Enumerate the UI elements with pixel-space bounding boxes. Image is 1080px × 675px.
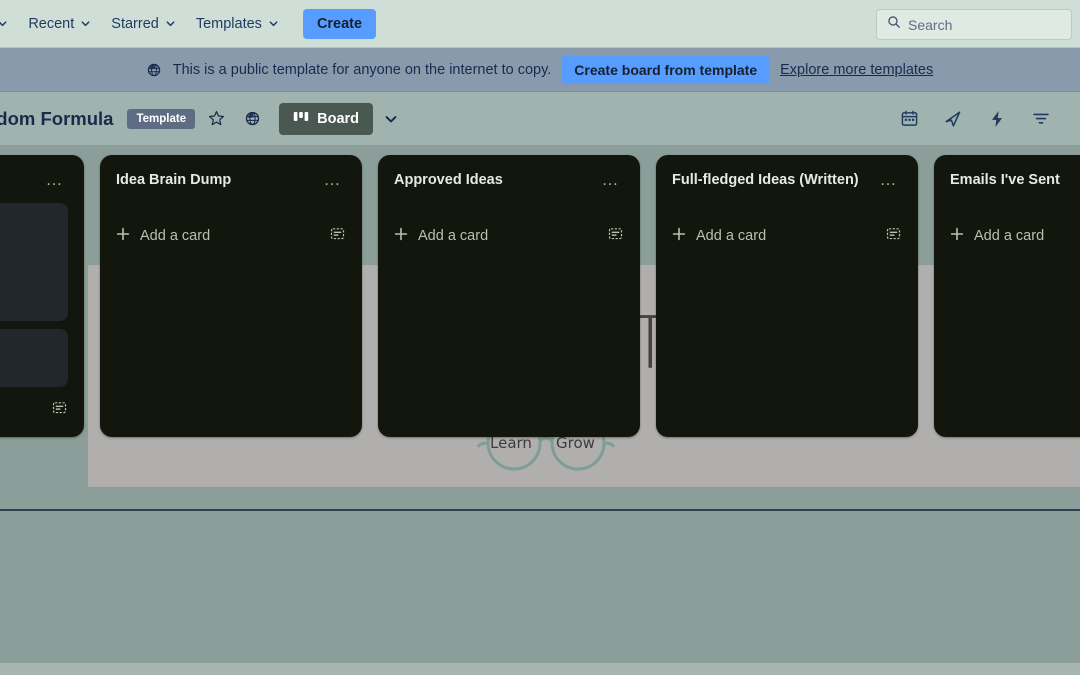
list-title[interactable]: Emails I've Sent — [950, 172, 1060, 188]
board-canvas: EMAIL MARKETING Learn Grow — [0, 145, 1080, 675]
card-template-icon[interactable] — [49, 397, 70, 423]
nav-item-templates[interactable]: Templates — [186, 10, 289, 38]
nav-item-label: Templates — [195, 15, 262, 32]
list-menu-button[interactable]: … — [596, 171, 627, 189]
list-card[interactable] — [0, 329, 68, 387]
nav-item-starred[interactable]: Starred — [101, 10, 186, 38]
list-column: … — [0, 155, 84, 437]
search-icon — [887, 15, 901, 34]
add-card-label: Add a card — [974, 228, 1045, 244]
create-button[interactable]: Create — [302, 8, 377, 39]
view-switcher-board[interactable]: Board — [279, 102, 374, 135]
list-cards — [660, 195, 914, 213]
list-menu-button[interactable]: … — [40, 171, 71, 189]
nav-item-workspaces[interactable]: es — [0, 10, 18, 38]
plus-icon — [394, 227, 408, 245]
plus-icon — [672, 227, 686, 245]
add-card-button[interactable]: Add a card — [672, 227, 766, 245]
view-switcher-chevron-down-icon[interactable] — [377, 105, 405, 133]
plus-icon — [116, 227, 130, 245]
add-card-button[interactable]: Add a card — [950, 227, 1044, 245]
add-card-label: Add a card — [140, 228, 211, 244]
card-template-icon[interactable] — [605, 223, 626, 249]
template-banner-message: This is a public template for anyone on … — [172, 61, 552, 78]
list-column-full-fledged-ideas: Full-fledged Ideas (Written) … Add a car… — [656, 155, 918, 437]
list-cards — [104, 195, 358, 213]
template-badge: Template — [127, 108, 196, 129]
automation-bolt-icon[interactable] — [982, 104, 1012, 134]
plus-icon — [950, 227, 964, 245]
chevron-down-icon — [268, 18, 279, 29]
nav-item-recent[interactable]: Recent — [18, 10, 101, 38]
list-column-approved-ideas: Approved Ideas … Add a card — [378, 155, 640, 437]
list-footer: Add a card — [660, 213, 914, 255]
filter-icon[interactable] — [1026, 104, 1056, 134]
list-title[interactable]: Idea Brain Dump — [116, 172, 231, 188]
globe-icon — [147, 63, 161, 77]
list-footer — [0, 387, 80, 429]
add-card-button[interactable]: Add a card — [116, 227, 210, 245]
add-card-label: Add a card — [696, 228, 767, 244]
view-switcher-label: Board — [317, 110, 360, 127]
create-board-from-template-button[interactable]: Create board from template — [561, 55, 771, 84]
board-header: edom Formula Template Board — [0, 92, 1080, 145]
list-cards — [0, 203, 80, 387]
list-footer: Add a card — [382, 213, 636, 255]
app-root: es Recent Starred Templates — [0, 0, 1080, 675]
visibility-globe-icon[interactable] — [237, 104, 267, 134]
calendar-icon[interactable] — [894, 104, 924, 134]
list-column-emails-ive-sent: Emails I've Sent … Add a card — [934, 155, 1080, 437]
chevron-down-icon — [165, 18, 176, 29]
nav-item-label: Recent — [28, 15, 75, 32]
board-icon — [293, 110, 309, 128]
search-box[interactable] — [876, 9, 1072, 40]
list-header: Idea Brain Dump … — [104, 163, 358, 195]
list-cards — [382, 195, 636, 213]
list-header: Emails I've Sent … — [938, 163, 1080, 195]
board-header-actions — [894, 104, 1066, 134]
board-title[interactable]: edom Formula — [0, 108, 113, 130]
top-navigation-bar: es Recent Starred Templates — [0, 0, 1080, 48]
list-title[interactable]: Approved Ideas — [394, 172, 503, 188]
add-card-button[interactable]: Add a card — [394, 227, 488, 245]
list-menu-button[interactable]: … — [318, 171, 349, 189]
search-input[interactable] — [908, 16, 1061, 33]
list-card[interactable] — [0, 203, 68, 321]
card-template-icon[interactable] — [327, 223, 348, 249]
explore-more-templates-link[interactable]: Explore more templates — [780, 62, 933, 78]
list-title[interactable]: Full-fledged Ideas (Written) — [672, 172, 859, 188]
star-icon[interactable] — [201, 104, 231, 134]
board-lists: … Idea Brain Dump … Add a card Approved … — [0, 155, 1080, 437]
list-footer: Add a card — [104, 213, 358, 255]
list-column-idea-brain-dump: Idea Brain Dump … Add a card — [100, 155, 362, 437]
list-menu-button[interactable]: … — [874, 171, 905, 189]
nav-item-label: Starred — [111, 15, 159, 32]
rocket-icon[interactable] — [938, 104, 968, 134]
list-header: … — [0, 163, 80, 195]
list-header: Full-fledged Ideas (Written) … — [660, 163, 914, 195]
chevron-down-icon — [80, 18, 91, 29]
add-card-label: Add a card — [418, 228, 489, 244]
list-header: Approved Ideas … — [382, 163, 636, 195]
public-template-banner: This is a public template for anyone on … — [0, 48, 1080, 92]
list-footer: Add a card — [938, 213, 1080, 255]
board-bottom-strip — [0, 663, 1080, 675]
list-cards — [938, 195, 1080, 213]
board-empty-area-top — [0, 487, 1080, 509]
board-empty-area-bottom — [0, 511, 1080, 671]
card-template-icon[interactable] — [883, 223, 904, 249]
top-nav-items: es Recent Starred Templates — [0, 0, 377, 48]
chevron-down-icon — [0, 18, 8, 29]
